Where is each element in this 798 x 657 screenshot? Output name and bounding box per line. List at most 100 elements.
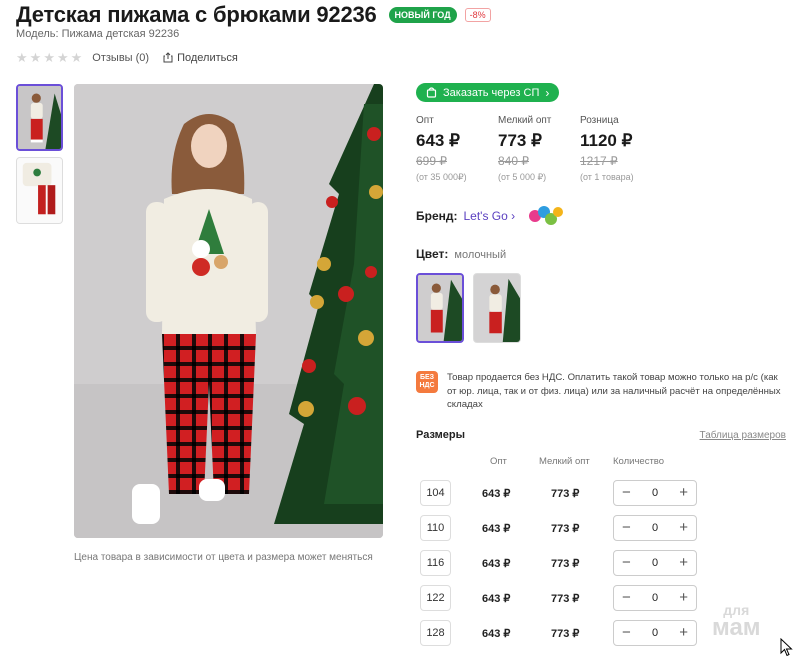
sizes-header: Размеры Таблица размеров	[416, 429, 786, 441]
no-vat-icon: БЕЗ НДС	[416, 371, 438, 393]
size-chart-link[interactable]: Таблица размеров	[700, 430, 786, 441]
bag-icon	[426, 87, 437, 98]
product-title: Детская пижама с брюками 92236	[16, 2, 377, 27]
minus-icon[interactable]: −	[622, 590, 631, 605]
brand-name: Let's Go	[463, 209, 508, 223]
minus-icon[interactable]: −	[622, 520, 631, 535]
reviews-link[interactable]: Отзывы (0)	[92, 52, 149, 64]
size-label: 110	[420, 514, 451, 541]
price-value: 1120 ₽	[580, 131, 633, 150]
minus-icon[interactable]: −	[622, 485, 631, 500]
star-icon: ★	[70, 50, 83, 65]
main-product-photo[interactable]	[74, 84, 383, 538]
price-label: Мелкий опт	[498, 115, 552, 126]
brand-logo-icon	[529, 206, 564, 225]
watermark-line2: мам	[712, 613, 761, 641]
col-header-small-opt: Мелкий опт	[539, 455, 590, 467]
quantity-stepper: − 0 +	[613, 479, 697, 506]
price-retail: Розница 1120 ₽ 1217 ₽ (от 1 товара)	[580, 115, 662, 183]
color-row: Цвет: молочный	[416, 247, 786, 261]
col-header-qty: Количество	[613, 455, 665, 467]
order-via-sp-label: Заказать через СП	[443, 86, 540, 99]
price-label: Розница	[580, 115, 619, 126]
price-variation-note: Цена товара в зависимости от цвета и раз…	[74, 552, 373, 563]
sizes-title: Размеры	[416, 428, 466, 441]
price-block: Опт 643 ₽ 699 ₽ (от 35 000₽) Мелкий опт …	[416, 115, 786, 183]
price-old: 840 ₽	[498, 154, 529, 168]
vat-text: Товар продается без НДС. Оплатить такой …	[447, 372, 781, 410]
quantity-value[interactable]: 0	[652, 522, 658, 534]
sizes-table-header: Опт Мелкий опт Количество	[416, 456, 786, 471]
price-small-wholesale: Мелкий опт 773 ₽ 840 ₽ (от 5 000 ₽)	[498, 115, 580, 183]
size-label: 122	[420, 584, 451, 611]
size-opt-price: 643 ₽	[482, 522, 511, 535]
star-icon: ★	[29, 50, 42, 65]
plus-icon[interactable]: +	[679, 485, 688, 500]
color-label: Цвет:	[416, 247, 449, 261]
quantity-stepper: − 0 +	[613, 549, 697, 576]
quantity-value[interactable]: 0	[652, 627, 658, 639]
watermark: для мам	[712, 603, 761, 641]
size-label: 128	[420, 619, 451, 646]
star-icon: ★	[56, 50, 69, 65]
share-label: Поделиться	[177, 51, 238, 64]
price-min-order: (от 5 000 ₽)	[498, 172, 547, 182]
share-icon	[163, 52, 173, 63]
rating-stars: ★ ★ ★ ★ ★	[16, 51, 82, 64]
size-small-opt-price: 773 ₽	[551, 522, 580, 535]
quantity-value[interactable]: 0	[652, 557, 658, 569]
product-info-panel: Заказать через СП › Опт 643 ₽ 699 ₽ (от …	[416, 83, 786, 646]
quantity-stepper: − 0 +	[613, 619, 697, 646]
order-via-sp-button[interactable]: Заказать через СП ›	[416, 83, 560, 102]
table-row: 116 643 ₽ 773 ₽ − 0 +	[416, 549, 786, 576]
star-icon: ★	[16, 50, 28, 65]
brand-row: Бренд: Let's Go ›	[416, 203, 786, 229]
product-model: Модель: Пижама детская 92236	[16, 28, 180, 40]
color-value: молочный	[454, 249, 507, 261]
meta-row: ★ ★ ★ ★ ★ Отзывы (0) Поделиться	[16, 51, 238, 64]
size-opt-price: 643 ₽	[482, 627, 511, 640]
thumbnail-photo-girl[interactable]	[16, 84, 63, 151]
size-opt-price: 643 ₽	[482, 557, 511, 570]
price-value: 643 ₽	[416, 131, 460, 150]
size-label: 104	[420, 479, 451, 506]
price-label: Опт	[416, 115, 434, 126]
share-button[interactable]: Поделиться	[163, 52, 238, 64]
table-row: 110 643 ₽ 773 ₽ − 0 +	[416, 514, 786, 541]
quantity-stepper: − 0 +	[613, 514, 697, 541]
thumbnail-list	[16, 84, 63, 224]
title-row: Детская пижама с брюками 92236 НОВЫЙ ГОД…	[16, 2, 491, 28]
size-small-opt-price: 773 ₽	[551, 627, 580, 640]
minus-icon[interactable]: −	[622, 555, 631, 570]
price-min-order: (от 35 000₽)	[416, 172, 467, 182]
plus-icon[interactable]: +	[679, 625, 688, 640]
new-year-badge: НОВЫЙ ГОД	[388, 7, 457, 23]
brand-link[interactable]: Let's Go ›	[464, 209, 516, 223]
size-small-opt-price: 773 ₽	[551, 557, 580, 570]
size-opt-price: 643 ₽	[482, 487, 511, 500]
discount-badge: -8%	[464, 8, 491, 22]
plus-icon[interactable]: +	[679, 590, 688, 605]
color-swatch[interactable]	[416, 273, 464, 343]
star-icon: ★	[43, 50, 55, 65]
minus-icon[interactable]: −	[622, 625, 631, 640]
chevron-right-icon: ›	[511, 209, 516, 223]
price-old: 1217 ₽	[580, 154, 618, 168]
quantity-value[interactable]: 0	[652, 592, 658, 604]
color-swatch[interactable]	[473, 273, 521, 343]
price-old: 699 ₽	[416, 154, 447, 168]
plus-icon[interactable]: +	[679, 555, 688, 570]
size-label: 116	[420, 549, 451, 576]
vat-notice: БЕЗ НДС Товар продается без НДС. Оплатит…	[416, 371, 786, 412]
size-small-opt-price: 773 ₽	[551, 592, 580, 605]
price-wholesale: Опт 643 ₽ 699 ₽ (от 35 000₽)	[416, 115, 498, 183]
price-value: 773 ₽	[498, 131, 542, 150]
chevron-right-icon: ›	[545, 85, 550, 100]
size-opt-price: 643 ₽	[482, 592, 511, 605]
quantity-value[interactable]: 0	[652, 487, 658, 499]
thumbnail-photo-flatlay[interactable]	[16, 157, 63, 224]
plus-icon[interactable]: +	[679, 520, 688, 535]
mouse-cursor-icon	[780, 638, 793, 657]
table-row: 104 643 ₽ 773 ₽ − 0 +	[416, 479, 786, 506]
size-small-opt-price: 773 ₽	[551, 487, 580, 500]
